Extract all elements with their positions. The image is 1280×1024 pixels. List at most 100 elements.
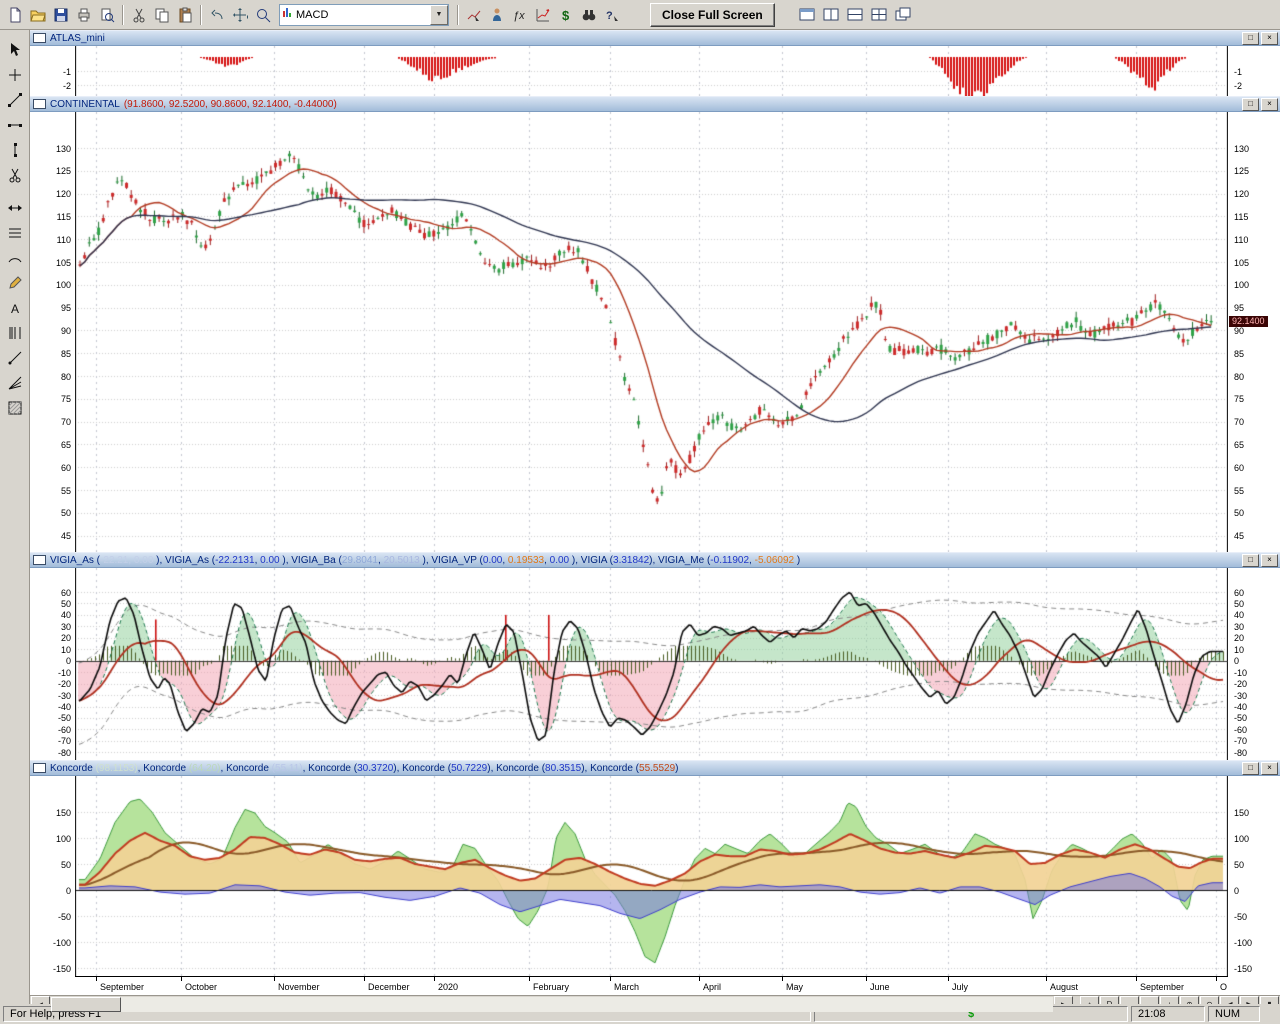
restore-button[interactable]: □	[1242, 98, 1259, 111]
printer-icon	[76, 7, 92, 23]
horizontal-line-tool-button[interactable]	[3, 113, 27, 136]
tile-horizontal-button[interactable]	[844, 4, 866, 26]
cut-button[interactable]	[128, 4, 150, 26]
print-button[interactable]	[73, 4, 95, 26]
vigia-titlebar[interactable]: VIGIA_As (-22.21, 0.00 ), VIGIA_As (-22.…	[30, 552, 1280, 568]
function-builder-button[interactable]: ƒx	[509, 4, 531, 26]
axis-label: 85	[61, 349, 71, 359]
arc-tool-button[interactable]	[3, 246, 27, 269]
panel-koncorde: Koncorde (98.1153), Koncorde (64.20), Ko…	[30, 760, 1280, 995]
binoculars-icon	[581, 7, 597, 23]
koncorde-chart-canvas[interactable]	[75, 776, 1228, 976]
copy-button[interactable]	[151, 4, 173, 26]
date-axis: SeptemberOctoberNovemberDecember2020Febr…	[75, 976, 1228, 995]
svg-text:A: A	[11, 302, 19, 316]
open-button[interactable]	[27, 4, 49, 26]
axis-label: 60	[1234, 588, 1244, 598]
new-chart-button[interactable]	[4, 4, 26, 26]
axis-label: 105	[56, 258, 71, 268]
print-preview-button[interactable]	[96, 4, 118, 26]
axis-label: -80	[58, 748, 71, 758]
tile-grid-icon	[871, 7, 887, 23]
explorer-button[interactable]	[578, 4, 600, 26]
close-full-screen-button[interactable]: Close Full Screen	[650, 3, 775, 27]
crosshair-tool-button[interactable]	[3, 63, 27, 86]
koncorde-right-axis: 150100500-50-100-150	[1228, 776, 1280, 976]
date-tick	[364, 977, 365, 981]
date-label: O	[1220, 982, 1227, 992]
trend-button[interactable]	[532, 4, 554, 26]
pattern-tool-button[interactable]	[3, 396, 27, 419]
atlas-title: ATLAS_mini	[50, 32, 105, 45]
undo-button[interactable]	[206, 4, 228, 26]
text-tool-button[interactable]: A	[3, 296, 27, 319]
axis-label: 20	[61, 633, 71, 643]
save-button[interactable]	[50, 4, 72, 26]
date-tick	[1136, 977, 1137, 981]
axis-label: -10	[58, 668, 71, 678]
date-label: 2020	[438, 982, 458, 992]
delete-scissors-icon	[7, 167, 23, 183]
date-label: September	[1140, 982, 1184, 992]
zoom-button[interactable]	[252, 4, 274, 26]
window-icon	[33, 33, 46, 43]
pan-button[interactable]	[229, 4, 251, 26]
window-icon	[33, 99, 46, 109]
window-buttons: □ ×	[1242, 98, 1278, 111]
restore-button[interactable]: □	[1242, 32, 1259, 45]
close-button[interactable]: ×	[1261, 554, 1278, 567]
close-button[interactable]: ×	[1261, 762, 1278, 775]
expansion-tool-button[interactable]	[3, 196, 27, 219]
cascade-button[interactable]	[892, 4, 914, 26]
close-button[interactable]: ×	[1261, 32, 1278, 45]
axis-label: 75	[1234, 394, 1244, 404]
koncorde-titlebar[interactable]: Koncorde (98.1153), Koncorde (64.20), Ko…	[30, 760, 1280, 776]
ray-tool-button[interactable]	[3, 346, 27, 369]
new-window-button[interactable]	[796, 4, 818, 26]
fib-timezones-tool-button[interactable]	[3, 321, 27, 344]
axis-label: -50	[58, 713, 71, 723]
continental-chart-canvas[interactable]	[75, 112, 1228, 552]
fib-timezones-icon	[7, 325, 23, 341]
expand-arrows-icon	[7, 200, 23, 216]
continental-titlebar[interactable]: CONTINENTAL (91.8600, 92.5200, 90.8600, …	[30, 96, 1280, 112]
copy-icon	[154, 7, 170, 23]
indicator-quicklist-dropdown[interactable]: MACD ▼	[279, 4, 449, 26]
panel-vigia: VIGIA_As (-22.21, 0.00 ), VIGIA_As (-22.…	[30, 552, 1280, 760]
expert-advisor-button[interactable]	[486, 4, 508, 26]
pencil-tool-button[interactable]	[3, 271, 27, 294]
scrollbar-thumb[interactable]	[51, 997, 121, 1012]
pointer-tool-button[interactable]	[3, 38, 27, 61]
drawing-toolbar: A	[0, 30, 30, 1004]
vertical-line-icon	[7, 142, 23, 158]
atlas-chart-canvas[interactable]	[75, 46, 1228, 96]
restore-button[interactable]: □	[1242, 554, 1259, 567]
tile-vertical-button[interactable]	[820, 4, 842, 26]
trendline-tool-button[interactable]	[3, 88, 27, 111]
restore-button[interactable]: □	[1242, 762, 1259, 775]
paste-button[interactable]	[174, 4, 196, 26]
axis-label: 130	[1234, 144, 1249, 154]
tile-grid-button[interactable]	[868, 4, 890, 26]
scrollbar-track[interactable]	[51, 997, 1053, 1012]
quotes-button[interactable]: $	[555, 4, 577, 26]
atlas-right-axis: -1-2	[1228, 46, 1280, 96]
vertical-line-tool-button[interactable]	[3, 138, 27, 161]
close-button[interactable]: ×	[1261, 98, 1278, 111]
dropdown-arrow-icon[interactable]: ▼	[430, 5, 448, 25]
print-preview-icon	[99, 7, 115, 23]
date-tick	[782, 977, 783, 981]
date-tick	[434, 977, 435, 981]
fib-retracement-tool-button[interactable]	[3, 221, 27, 244]
fan-tool-button[interactable]	[3, 371, 27, 394]
crosshair-icon	[7, 67, 23, 83]
eraser-tool-button[interactable]	[3, 163, 27, 186]
pointer-chart-button[interactable]	[463, 4, 485, 26]
axis-label: 95	[61, 303, 71, 313]
atlas-titlebar[interactable]: ATLAS_mini □ ×	[30, 30, 1280, 46]
vigia-chart-canvas[interactable]	[75, 568, 1228, 760]
context-help-button[interactable]: ?	[601, 4, 623, 26]
date-tick	[96, 977, 97, 981]
window-icon	[33, 763, 46, 773]
axis-label: 150	[56, 808, 71, 818]
